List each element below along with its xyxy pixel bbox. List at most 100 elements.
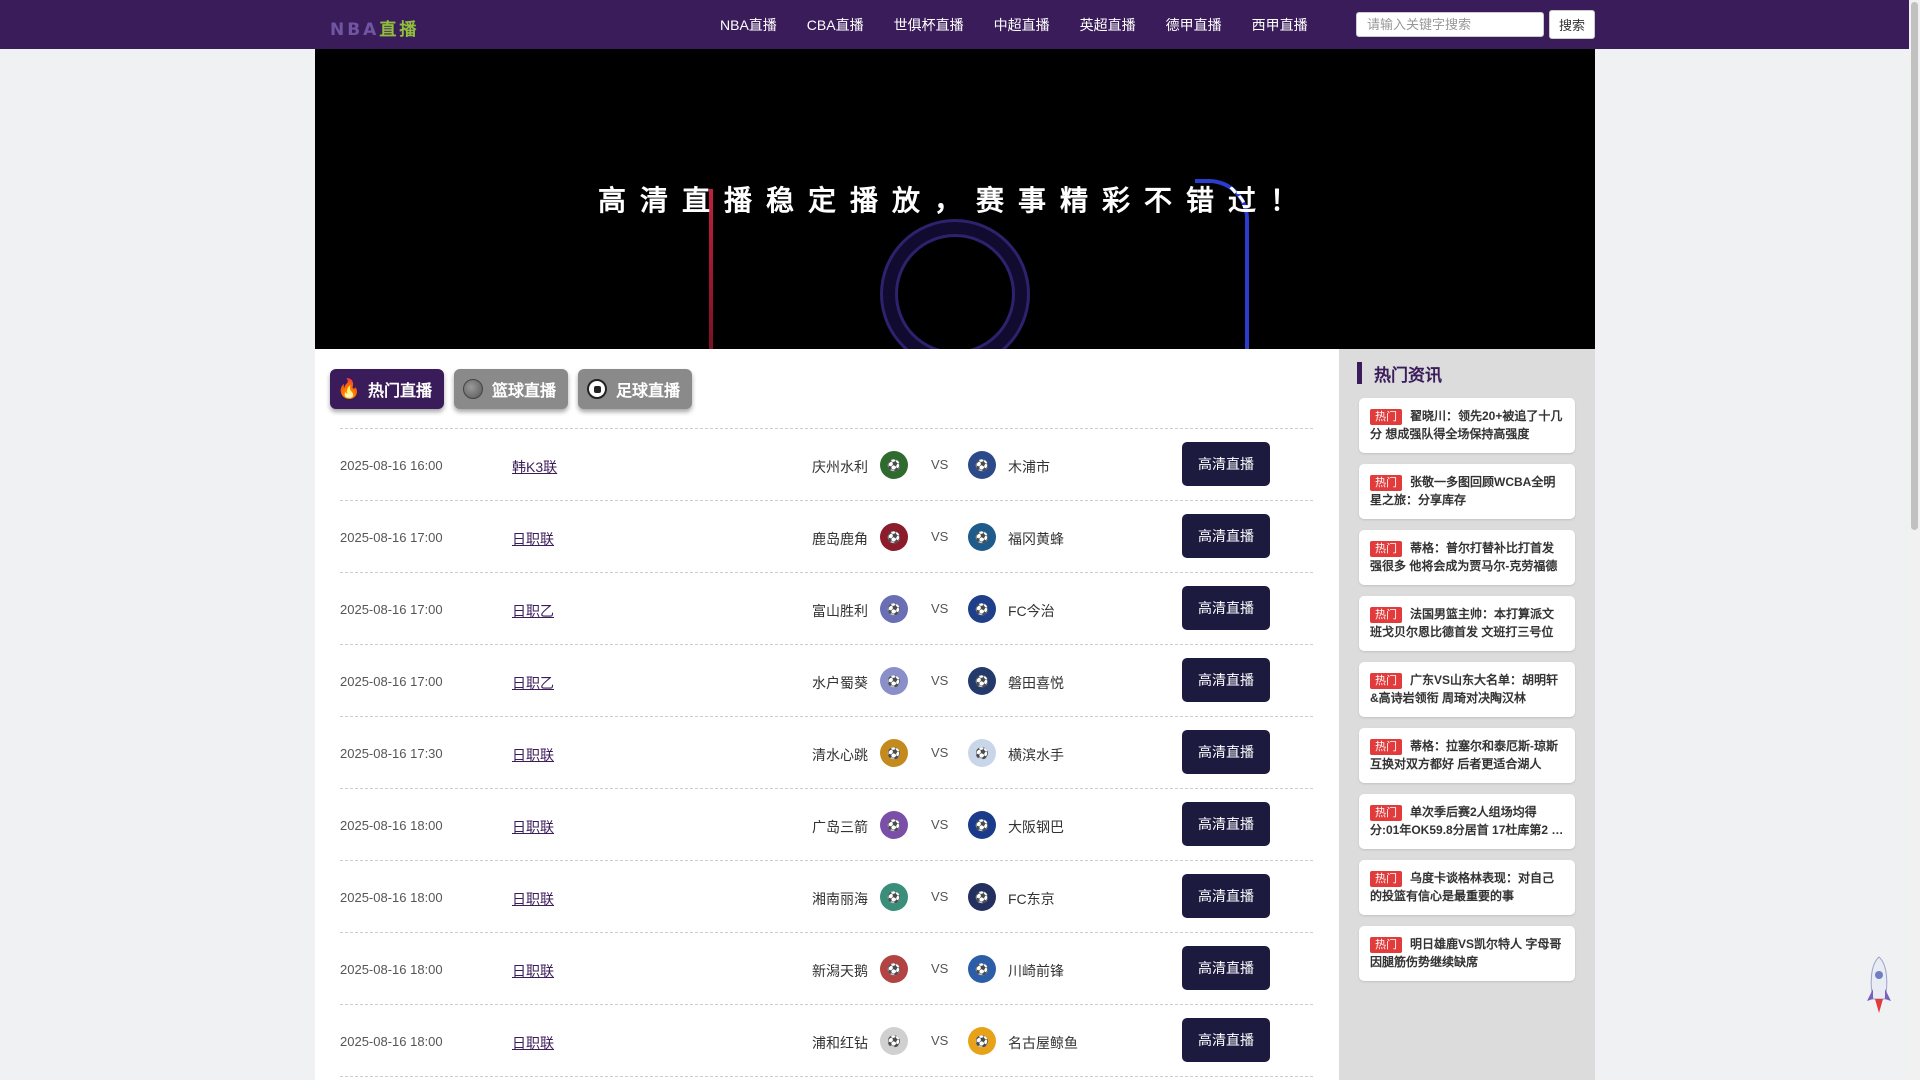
match-row: 2025-08-16 16:00 韩K3联 庆州水利 ⚽ VS ⚽ 木浦市 高清… [340,429,1313,501]
away-team-name: 磐田喜悦 [1008,675,1064,691]
sidebar-header: 热门资讯 [1357,361,1442,385]
hot-badge: 热门 [1370,673,1402,689]
banner-title: 高清直播稳定播放，赛事精彩不错过！ [597,184,1312,217]
logo-text-nba: NBA [330,20,380,40]
match-time: 2025-08-16 17:00 [340,602,443,617]
nav-club-world-cup-live[interactable]: 世俱杯直播 [894,15,964,35]
vs-label: VS [931,1033,949,1048]
home-team-logo-icon: ⚽ [880,883,908,911]
hd-live-button[interactable]: 高清直播 [1182,802,1270,846]
match-time: 2025-08-16 18:00 [340,1034,443,1049]
away-team-logo-icon: ⚽ [968,739,996,767]
hd-live-button[interactable]: 高清直播 [1182,730,1270,774]
league-link[interactable]: 日职联 [512,889,554,909]
tab-basketball-live[interactable]: 篮球直播 [454,369,569,409]
news-item[interactable]: 热门 广东VS山东大名单：胡明轩&高诗岩领衔 周琦对决陶汉林 [1359,662,1575,717]
league-link[interactable]: 韩K3联 [512,457,557,477]
match-time: 2025-08-16 18:00 [340,890,443,905]
hot-badge: 热门 [1370,871,1402,887]
away-team-name: FC东京 [1008,891,1055,907]
nav-epl-live[interactable]: 英超直播 [1080,15,1136,35]
home-team-name: 富山胜利 [812,603,868,619]
nav-csl-live[interactable]: 中超直播 [994,15,1050,35]
hero-banner: 高清直播稳定播放，赛事精彩不错过！ [315,49,1595,349]
match-row: 2025-08-16 18:00 日职联 新潟天鹅 ⚽ VS ⚽ 川崎前锋 高清… [340,933,1313,1005]
match-row: 2025-08-16 17:30 日职联 清水心跳 ⚽ VS ⚽ 横滨水手 高清… [340,717,1313,789]
match-time: 2025-08-16 18:00 [340,818,443,833]
home-team-logo-icon: ⚽ [880,523,908,551]
nav-cba-live[interactable]: CBA直播 [807,15,864,35]
fire-icon: 🔥 [337,379,361,400]
vs-label: VS [931,889,949,904]
match-time: 2025-08-16 17:30 [340,746,443,761]
vs-label: VS [931,457,949,472]
league-link[interactable]: 日职联 [512,961,554,981]
tab-label: 篮球直播 [492,383,557,400]
news-item[interactable]: 热门 张敬一多图回顾WCBA全明星之旅：分享库存 [1359,464,1575,519]
away-team-logo-icon: ⚽ [968,667,996,695]
league-link[interactable]: 日职联 [512,745,554,765]
scrollbar-thumb[interactable] [1911,2,1918,530]
hd-live-button[interactable]: 高清直播 [1182,658,1270,702]
tab-hot-live[interactable]: 🔥 热门直播 [330,369,445,409]
news-item[interactable]: 热门 明日雄鹿VS凯尔特人 字母哥因腿筋伤势继续缺席 [1359,926,1575,981]
soccer-ball-icon [586,378,608,400]
match-row: 2025-08-16 18:00 日职联 湘南丽海 ⚽ VS ⚽ FC东京 高清… [340,861,1313,933]
hd-live-button[interactable]: 高清直播 [1182,874,1270,918]
home-team-name: 新潟天鹅 [812,963,868,979]
home-team-logo-icon: ⚽ [880,739,908,767]
hot-badge: 热门 [1370,475,1402,491]
hd-live-button[interactable]: 高清直播 [1182,946,1270,990]
vs-label: VS [931,745,949,760]
nav-bundesliga-live[interactable]: 德甲直播 [1166,15,1222,35]
hd-live-button[interactable]: 高清直播 [1182,514,1270,558]
match-time: 2025-08-16 16:00 [340,458,443,473]
away-team-logo-icon: ⚽ [968,883,996,911]
hd-live-button[interactable]: 高清直播 [1182,442,1270,486]
match-row: 2025-08-16 18:00 日职联 浦和红钻 ⚽ VS ⚽ 名古屋鲸鱼 高… [340,1005,1313,1077]
match-row: 2025-08-16 17:00 日职联 鹿岛鹿角 ⚽ VS ⚽ 福冈黄蜂 高清… [340,501,1313,573]
away-team-logo-icon: ⚽ [968,955,996,983]
league-link[interactable]: 日职联 [512,817,554,837]
league-link[interactable]: 日职联 [512,529,554,549]
nav-laliga-live[interactable]: 西甲直播 [1252,15,1308,35]
hd-live-button[interactable]: 高清直播 [1182,586,1270,630]
home-team-logo-icon: ⚽ [880,595,908,623]
logo-text-live: 直播 [379,20,420,40]
news-item[interactable]: 热门 蒂格：拉塞尔和泰厄斯-琼斯互换对双方都好 后者更适合湖人 [1359,728,1575,783]
away-team-name: 名古屋鲸鱼 [1008,1035,1078,1051]
news-item[interactable]: 热门 法国男篮主帅：本打算派文班戈贝尔恩比德首发 文班打三号位 [1359,596,1575,651]
match-list: 2025-08-16 16:00 韩K3联 庆州水利 ⚽ VS ⚽ 木浦市 高清… [340,428,1313,1077]
away-team-logo-icon: ⚽ [968,595,996,623]
tab-soccer-live[interactable]: 足球直播 [578,369,693,409]
back-to-top-rocket-icon[interactable] [1864,955,1894,1015]
home-team-name: 水户蜀葵 [812,675,868,691]
away-team-logo-icon: ⚽ [968,811,996,839]
main-nav: NBA直播 CBA直播 世俱杯直播 中超直播 英超直播 德甲直播 西甲直播 [720,0,1338,49]
hd-live-button[interactable]: 高清直播 [1182,1018,1270,1062]
site-logo[interactable]: NBA直播 [330,15,419,40]
vs-label: VS [931,601,949,616]
tab-label: 热门直播 [368,383,433,400]
news-item[interactable]: 热门单次季后赛2人组场均得分:01年OK59.8分居首 17杜库第2 20詹眉第… [1359,794,1575,849]
search-button[interactable]: 搜索 [1549,10,1595,39]
league-link[interactable]: 日职乙 [512,601,554,621]
home-team-logo-icon: ⚽ [880,667,908,695]
vs-label: VS [931,529,949,544]
news-item[interactable]: 热门 乌度卡谈格林表现：对自己的投篮有信心是最重要的事 [1359,860,1575,915]
search-input[interactable] [1356,12,1544,37]
top-navbar: NBA直播 NBA直播 CBA直播 世俱杯直播 中超直播 英超直播 德甲直播 西… [0,0,1909,49]
hot-badge: 热门 [1370,409,1402,425]
league-link[interactable]: 日职联 [512,1033,554,1053]
match-row: 2025-08-16 17:00 日职乙 水户蜀葵 ⚽ VS ⚽ 磐田喜悦 高清… [340,645,1313,717]
news-item[interactable]: 热门 翟晓川：领先20+被追了十几分 想成强队得全场保持高强度 [1359,398,1575,453]
away-team-name: 福冈黄蜂 [1008,531,1064,547]
news-sidebar: 热门资讯 热门 翟晓川：领先20+被追了十几分 想成强队得全场保持高强度 热门 张敬一… [1339,349,1595,1080]
home-team-logo-icon: ⚽ [880,955,908,983]
nav-nba-live[interactable]: NBA直播 [720,15,777,35]
match-panel: 🔥 热门直播 篮球直播 足球直播 2025-08-16 16:00 韩K3联 庆… [315,349,1339,1080]
league-link[interactable]: 日职乙 [512,673,554,693]
category-tabs: 🔥 热门直播 篮球直播 足球直播 [330,369,702,409]
news-item[interactable]: 热门 蒂格：普尔打替补比打首发强很多 他将会成为贾马尔-克劳福德 [1359,530,1575,585]
hot-badge: 热门 [1370,937,1402,953]
